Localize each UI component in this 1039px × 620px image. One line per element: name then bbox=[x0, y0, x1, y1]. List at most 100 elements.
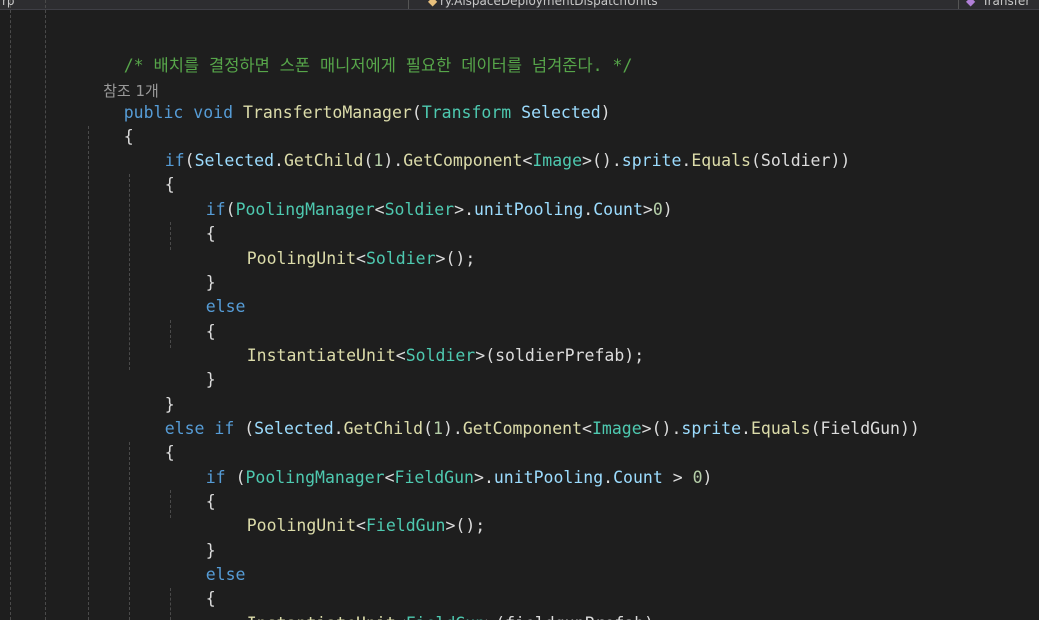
code-line-close-brace[interactable]: } bbox=[166, 344, 216, 389]
punctuation: )) bbox=[899, 419, 920, 438]
punctuation: . bbox=[483, 468, 494, 487]
punctuation: . bbox=[464, 200, 474, 219]
tab-fragment-middle[interactable]: ry.AispaceDeploymentDispatchUnits bbox=[440, 0, 658, 9]
code-line-open-brace[interactable]: { bbox=[125, 417, 175, 462]
code-line-else-if-fieldgun[interactable]: else if (Selected.GetChild(1).GetCompone… bbox=[125, 393, 920, 438]
punctuation: . bbox=[741, 419, 751, 438]
punctuation: < bbox=[395, 346, 406, 365]
punctuation: ) bbox=[442, 419, 453, 438]
punctuation: ( bbox=[244, 419, 255, 438]
property: unitPooling bbox=[493, 468, 604, 487]
method-call: Equals bbox=[691, 151, 751, 170]
code-line-else[interactable]: else bbox=[166, 271, 246, 316]
code-line-if-pool-soldier[interactable]: if(PoolingManager<Soldier>.unitPooling.C… bbox=[166, 174, 673, 219]
punctuation: . bbox=[452, 419, 463, 438]
code-line-close-brace[interactable]: } bbox=[166, 515, 216, 560]
file-icon: ◆ bbox=[428, 0, 438, 8]
indent-guide bbox=[88, 126, 89, 620]
punctuation: ( bbox=[810, 419, 821, 438]
code-line-open-brace[interactable]: { bbox=[166, 296, 216, 341]
identifier: Soldier bbox=[760, 151, 831, 170]
punctuation: < bbox=[396, 614, 406, 620]
number: 0 bbox=[692, 468, 703, 487]
code-line-pooling-unit-soldier[interactable]: PoolingUnit<Soldier>(); bbox=[207, 223, 476, 268]
keyword-void: void bbox=[193, 103, 234, 122]
code-line-comment[interactable]: /* 배치를 결정하면 스폰 매니저에게 필요한 데이터를 넘겨준다. */ bbox=[84, 30, 633, 75]
code-line-open-brace[interactable]: { bbox=[125, 149, 175, 194]
code-line-instantiate-soldier[interactable]: InstantiateUnit<Soldier>(soldierPrefab); bbox=[207, 320, 644, 365]
tab-fragment-right[interactable]: Transfer bbox=[982, 0, 1030, 9]
code-line-close-brace[interactable]: } bbox=[125, 369, 175, 414]
param-name: Selected bbox=[521, 103, 601, 122]
code-editor[interactable]: rp ◆ ry.AispaceDeploymentDispatchUnits ◆… bbox=[0, 0, 1039, 620]
punctuation: )) bbox=[830, 151, 851, 170]
method-call: InstantiateUnit bbox=[246, 346, 396, 365]
punctuation: ( bbox=[750, 151, 761, 170]
property: unitPooling bbox=[474, 200, 584, 219]
code-line-close-brace[interactable]: } bbox=[166, 247, 216, 292]
codelens-references[interactable]: 참조 1개 bbox=[84, 55, 159, 100]
tab-separator bbox=[958, 0, 959, 9]
code-line-pooling-unit-fieldgun[interactable]: PoolingUnit<FieldGun>(); bbox=[207, 490, 485, 535]
punctuation: . bbox=[274, 151, 284, 170]
identifier: FieldGun bbox=[820, 419, 900, 438]
punctuation: () bbox=[591, 151, 612, 170]
property: sprite bbox=[681, 419, 742, 438]
punctuation: < bbox=[522, 151, 533, 170]
punctuation: > bbox=[454, 200, 465, 219]
code-line-instantiate-fieldgun[interactable]: InstantiateUnit<FieldGun>(fieldgunPrefab… bbox=[207, 588, 664, 620]
code-comment: /* 배치를 결정하면 스폰 매니저에게 필요한 데이터를 넘겨준다. */ bbox=[123, 56, 633, 75]
type-name: FieldGun bbox=[365, 516, 446, 535]
operator: > bbox=[662, 468, 693, 487]
method-call: GetComponent bbox=[403, 151, 523, 170]
code-line-open-brace[interactable]: { bbox=[166, 466, 216, 511]
punctuation: > bbox=[641, 419, 652, 438]
punctuation: ); bbox=[624, 346, 645, 365]
indent-guide bbox=[45, 0, 46, 620]
code-line-open-brace[interactable]: { bbox=[166, 563, 216, 608]
code-line-if-soldier[interactable]: if(Selected.GetChild(1).GetComponent<Ima… bbox=[125, 125, 851, 170]
method-call: InstantiateUnit bbox=[247, 614, 396, 620]
punctuation: . bbox=[611, 151, 622, 170]
punctuation: ) bbox=[662, 200, 673, 219]
member-icon: ◆ bbox=[966, 0, 976, 8]
number: 1 bbox=[373, 151, 384, 170]
code-line-open-brace[interactable]: { bbox=[84, 101, 134, 146]
punctuation: ); bbox=[644, 614, 664, 620]
punctuation: ) bbox=[383, 151, 394, 170]
type-name: Image bbox=[532, 151, 583, 170]
punctuation: < bbox=[356, 249, 366, 268]
code-line-method-signature[interactable]: public void TransfertoManager(Transform … bbox=[84, 77, 611, 122]
indent-guide bbox=[10, 0, 11, 620]
punctuation: ( bbox=[184, 151, 195, 170]
keyword-else-if: else if bbox=[164, 419, 235, 438]
punctuation: ( bbox=[235, 468, 246, 487]
punctuation: ) bbox=[702, 468, 713, 487]
punctuation: . bbox=[333, 419, 344, 438]
punctuation: . bbox=[681, 151, 692, 170]
punctuation: > bbox=[485, 614, 495, 620]
punctuation: ( bbox=[495, 614, 505, 620]
type-name: PoolingManager bbox=[235, 200, 375, 219]
type-name: Soldier bbox=[365, 249, 436, 268]
method-name: TransfertoManager bbox=[242, 103, 412, 122]
code-line-open-brace[interactable]: { bbox=[166, 198, 216, 243]
code-line-else[interactable]: else bbox=[166, 539, 246, 584]
type-name: FieldGun bbox=[394, 468, 474, 487]
tab-fragment-left[interactable]: rp bbox=[2, 0, 15, 9]
method-call: PoolingUnit bbox=[246, 516, 357, 535]
type-name: Image bbox=[591, 419, 642, 438]
variable: Selected bbox=[194, 151, 275, 170]
method-call: Equals bbox=[750, 419, 811, 438]
identifier: soldierPrefab bbox=[495, 346, 625, 365]
punctuation: > bbox=[435, 249, 446, 268]
punctuation: ( bbox=[411, 103, 422, 122]
code-line-if-pool-fieldgun[interactable]: if (PoolingManager<FieldGun>.unitPooling… bbox=[166, 442, 713, 487]
punctuation: > bbox=[445, 516, 456, 535]
punctuation: (); bbox=[455, 516, 486, 535]
property: sprite bbox=[621, 151, 682, 170]
